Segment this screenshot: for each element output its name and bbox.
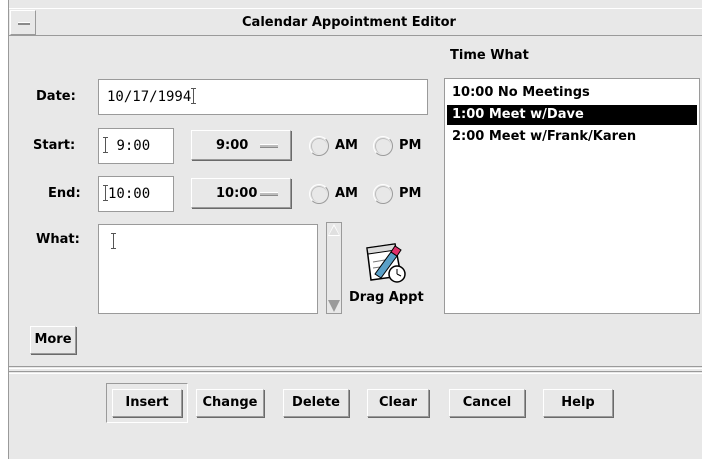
scroll-down-arrow-icon[interactable] <box>328 300 340 312</box>
end-label: End: <box>48 186 81 201</box>
start-am-label: AM <box>335 138 358 153</box>
separator <box>9 371 702 374</box>
date-field[interactable]: 10/17/1994 <box>98 79 428 115</box>
what-textarea[interactable] <box>98 224 318 314</box>
drag-appt-label: Drag Appt <box>349 290 424 305</box>
list-item[interactable]: 10:00 No Meetings <box>447 83 697 103</box>
window-menu-button[interactable] <box>10 10 36 35</box>
help-button[interactable]: Help <box>543 389 613 417</box>
start-am-radio[interactable] <box>309 136 329 156</box>
end-am-radio[interactable] <box>309 184 329 204</box>
window-title: Calendar Appointment Editor <box>242 15 456 30</box>
separator <box>9 366 702 369</box>
start-pm-label: PM <box>399 138 422 153</box>
date-value: 10/17/1994 <box>107 89 192 105</box>
insert-button[interactable]: Insert <box>112 389 182 417</box>
end-time-value: 10:00 <box>108 186 151 202</box>
appointment-list[interactable]: 10:00 No Meetings 1:00 Meet w/Dave 2:00 … <box>444 78 700 314</box>
clear-button[interactable]: Clear <box>367 389 429 417</box>
delete-button[interactable]: Delete <box>283 389 349 417</box>
text-cursor-icon <box>111 233 116 249</box>
end-time-field[interactable]: 10:00 <box>98 176 174 212</box>
end-am-label: AM <box>335 186 358 201</box>
option-menu-indicator-icon <box>260 144 278 148</box>
cancel-button[interactable]: Cancel <box>449 389 525 417</box>
start-time-menu[interactable]: 9:00 <box>191 130 291 160</box>
more-button[interactable]: More <box>30 326 76 354</box>
end-pm-label: PM <box>399 186 422 201</box>
start-pm-radio[interactable] <box>373 136 393 156</box>
calendar-clock-icon[interactable] <box>361 240 409 286</box>
start-time-field[interactable]: 9:00 <box>98 128 174 164</box>
title-bar[interactable]: Calendar Appointment Editor <box>9 8 702 36</box>
text-cursor-icon <box>103 185 108 201</box>
window-menu-icon <box>18 22 30 25</box>
list-item-selected[interactable]: 1:00 Meet w/Dave <box>447 105 697 125</box>
text-cursor-icon <box>103 137 108 153</box>
what-scrollbar[interactable] <box>326 222 342 314</box>
start-time-menu-label: 9:00 <box>216 138 249 153</box>
text-cursor-icon <box>191 88 197 104</box>
option-menu-indicator-icon <box>260 192 278 196</box>
end-time-menu-label: 10:00 <box>216 186 258 201</box>
start-time-value: 9:00 <box>116 138 151 154</box>
date-label: Date: <box>36 89 76 104</box>
scroll-up-arrow-icon[interactable] <box>328 224 340 236</box>
what-label: What: <box>36 232 80 247</box>
start-label: Start: <box>33 138 76 153</box>
end-time-menu[interactable]: 10:00 <box>191 178 291 208</box>
list-header: Time What <box>450 48 529 63</box>
appointment-editor-window: Calendar Appointment Editor Date: 10/17/… <box>8 0 702 459</box>
end-pm-radio[interactable] <box>373 184 393 204</box>
list-item[interactable]: 2:00 Meet w/Frank/Karen <box>447 127 697 147</box>
change-button[interactable]: Change <box>196 389 264 417</box>
